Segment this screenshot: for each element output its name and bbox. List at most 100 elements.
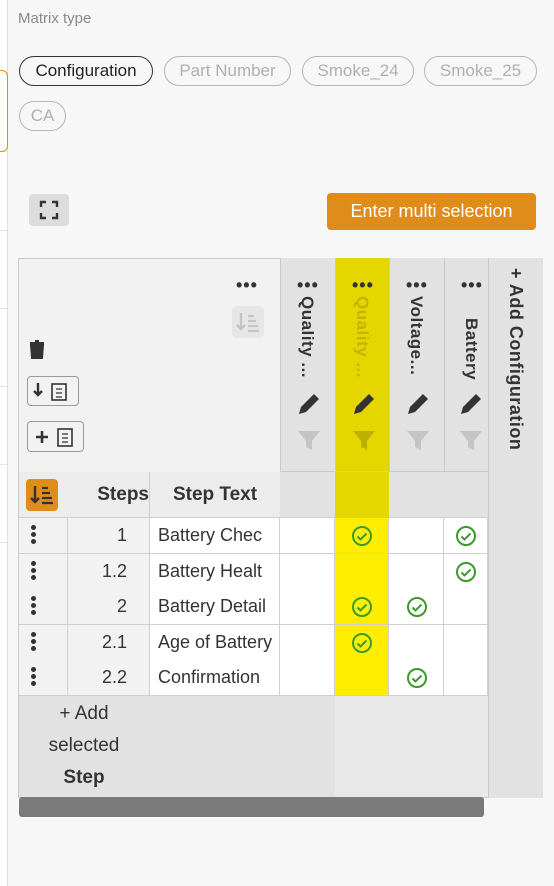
chip-smoke-24[interactable]: Smoke_24 xyxy=(302,56,414,86)
edit-icon[interactable] xyxy=(351,391,377,417)
check-circle-icon xyxy=(352,526,372,546)
kebab-menu-icon[interactable] xyxy=(31,560,36,581)
step-text[interactable]: Age of Battery xyxy=(150,624,280,661)
highlight-subheader xyxy=(335,472,389,518)
row-menu-cell[interactable] xyxy=(19,518,68,554)
divider xyxy=(0,230,7,231)
matrix-cell[interactable] xyxy=(335,624,389,661)
sort-icon xyxy=(236,313,259,333)
insert-below-icon xyxy=(33,383,67,401)
filter-icon[interactable] xyxy=(297,430,321,452)
row-menu-cell[interactable] xyxy=(19,660,68,697)
divider xyxy=(0,464,7,465)
chip-part-number[interactable]: Part Number xyxy=(164,56,291,86)
matrix-cell[interactable] xyxy=(444,624,488,661)
add-configuration-label[interactable]: + Add Configuration xyxy=(505,268,526,468)
kebab-menu-icon[interactable] xyxy=(31,667,36,687)
column-more-icon[interactable]: ••• xyxy=(406,276,428,294)
matrix-cell[interactable] xyxy=(335,553,389,590)
enter-multi-selection-button[interactable]: Enter multi selection xyxy=(327,193,536,230)
matrix-cell[interactable] xyxy=(280,589,335,626)
matrix-cell[interactable] xyxy=(280,660,335,697)
add-clipboard-icon xyxy=(36,428,73,447)
matrix-cell[interactable] xyxy=(389,624,444,661)
sort-active-button[interactable] xyxy=(26,479,58,511)
matrix-type-label: Matrix type xyxy=(18,10,92,27)
fullscreen-button[interactable] xyxy=(29,194,69,226)
trash-icon[interactable] xyxy=(28,340,46,360)
steps-header: Steps xyxy=(19,472,150,518)
matrix-cell[interactable] xyxy=(335,589,389,626)
column-header-voltage[interactable]: ••• Voltage... xyxy=(389,258,444,472)
step-text[interactable]: Confirmation xyxy=(150,660,280,697)
matrix-cell[interactable] xyxy=(389,518,444,554)
row-menu-cell[interactable] xyxy=(19,589,68,626)
filter-icon[interactable] xyxy=(459,430,483,452)
kebab-menu-icon[interactable] xyxy=(31,596,36,616)
column-header-quality-1[interactable]: ••• Quality ... xyxy=(280,258,335,472)
column-more-icon[interactable]: ••• xyxy=(297,276,319,294)
step-text-column-title: Step Text xyxy=(150,472,280,518)
matrix-cell[interactable] xyxy=(444,660,488,697)
check-circle-icon xyxy=(456,561,476,582)
add-selected-step-button[interactable]: + Add selected Step xyxy=(19,698,149,794)
matrix-cell[interactable] xyxy=(280,518,335,554)
edit-icon[interactable] xyxy=(458,391,484,417)
matrix-cell[interactable] xyxy=(335,518,389,554)
sort-button[interactable] xyxy=(232,306,264,338)
add-step-line: selected xyxy=(48,735,120,756)
filter-icon[interactable] xyxy=(352,430,376,452)
check-circle-icon xyxy=(406,668,427,689)
matrix-cell[interactable] xyxy=(444,553,488,590)
sort-icon xyxy=(30,486,53,505)
column-header-quality-2[interactable]: ••• Quality ... xyxy=(335,258,389,472)
add-step-line: + Add xyxy=(59,703,109,724)
step-number: 1.2 xyxy=(68,553,150,590)
column-more-icon[interactable]: ••• xyxy=(461,276,483,294)
step-number: 2 xyxy=(68,589,150,626)
check-circle-icon xyxy=(352,632,372,653)
column-header-battery[interactable]: ••• Battery xyxy=(444,258,488,472)
step-number: 2.1 xyxy=(68,624,150,661)
divider xyxy=(0,308,7,309)
divider xyxy=(0,542,7,543)
more-options-icon[interactable]: ••• xyxy=(236,276,258,294)
matrix-cell[interactable] xyxy=(280,624,335,661)
column-label: Quality ... xyxy=(298,296,317,379)
matrix-cell[interactable] xyxy=(280,553,335,590)
matrix-cell[interactable] xyxy=(389,553,444,590)
matrix-cell[interactable] xyxy=(389,589,444,626)
divider xyxy=(0,386,7,387)
matrix-cell[interactable] xyxy=(389,660,444,697)
expand-icon xyxy=(39,200,59,220)
chip-configuration[interactable]: Configuration xyxy=(19,56,153,86)
horizontal-scrollbar[interactable] xyxy=(19,797,484,817)
matrix-cell[interactable] xyxy=(444,589,488,626)
step-text[interactable]: Battery Detail xyxy=(150,589,280,626)
insert-step-button[interactable] xyxy=(27,376,79,406)
step-text[interactable]: Battery Chec xyxy=(150,518,280,554)
left-panel-selected-outline xyxy=(0,70,8,152)
column-label: Voltage... xyxy=(407,296,426,376)
edit-icon[interactable] xyxy=(405,391,431,417)
chip-smoke-25[interactable]: Smoke_25 xyxy=(424,56,537,86)
kebab-menu-icon[interactable] xyxy=(31,525,36,545)
column-label: Quality ... xyxy=(353,296,372,379)
check-circle-icon xyxy=(406,597,427,618)
chip-ca[interactable]: CA xyxy=(19,101,66,131)
matrix-cell[interactable] xyxy=(335,660,389,697)
add-configuration-column[interactable]: + Add Configuration xyxy=(488,258,543,798)
filter-icon[interactable] xyxy=(406,430,430,452)
check-circle-icon xyxy=(456,526,476,546)
check-circle-icon xyxy=(352,597,372,618)
add-step-line: Step xyxy=(63,767,105,788)
add-step-button[interactable] xyxy=(27,421,84,452)
step-number: 2.2 xyxy=(68,660,150,697)
matrix-cell[interactable] xyxy=(444,518,488,554)
column-more-icon[interactable]: ••• xyxy=(352,276,374,294)
row-menu-cell[interactable] xyxy=(19,553,68,590)
edit-icon[interactable] xyxy=(296,391,322,417)
step-text[interactable]: Battery Healt xyxy=(150,553,280,590)
kebab-menu-icon[interactable] xyxy=(31,631,36,652)
row-menu-cell[interactable] xyxy=(19,624,68,661)
